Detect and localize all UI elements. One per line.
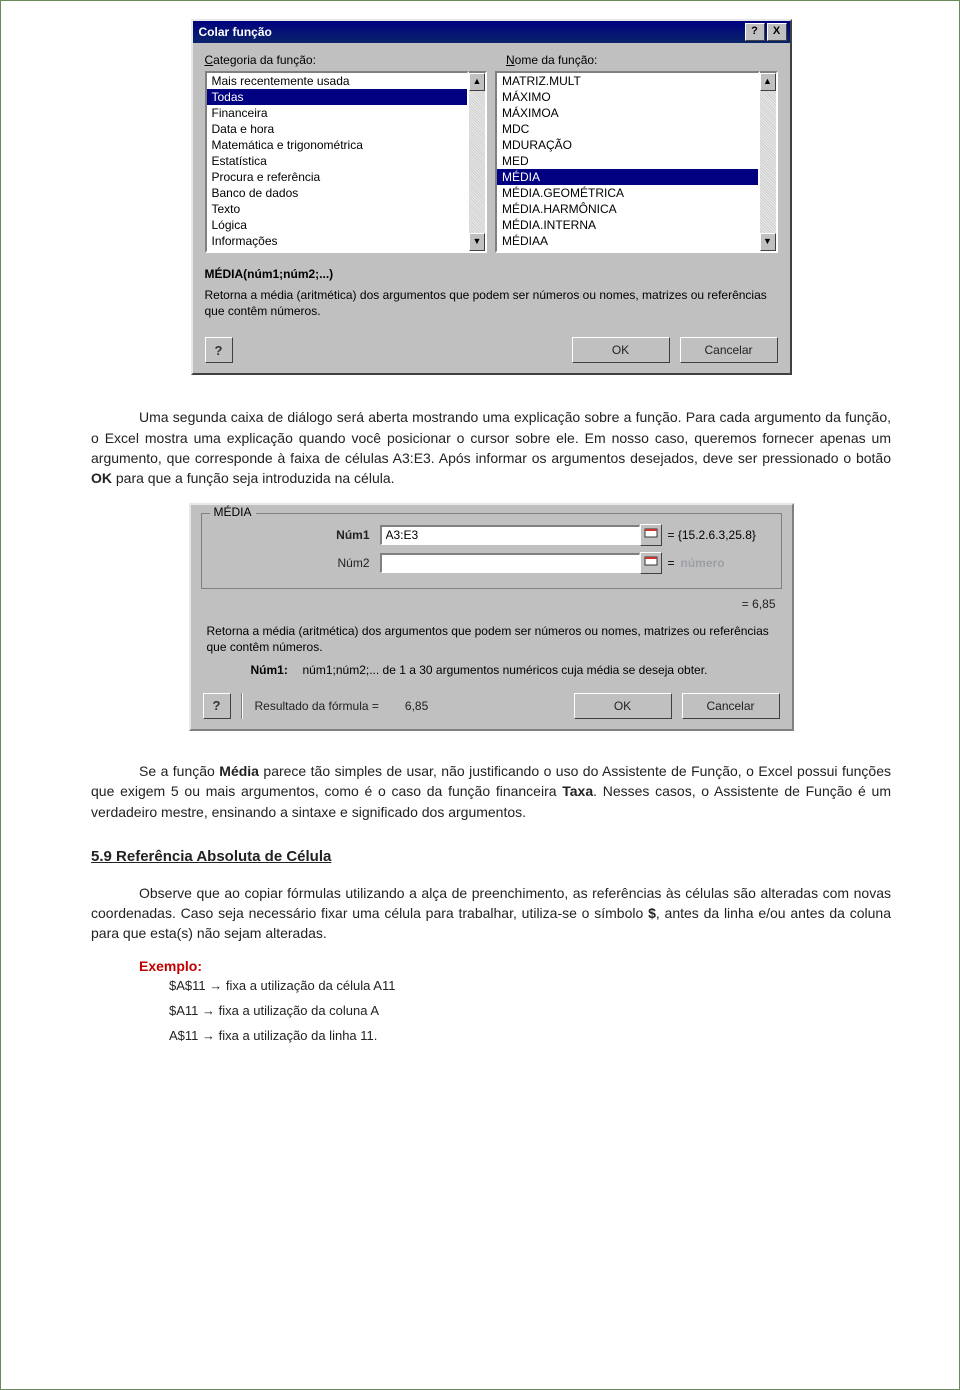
list-item[interactable]: Todas [207, 89, 468, 105]
arg1-input[interactable] [380, 525, 640, 545]
list-item[interactable]: MÉDIA.GEOMÉTRICA [497, 185, 758, 201]
section-heading: 5.9 Referência Absoluta de Célula [91, 848, 891, 865]
list-item[interactable]: Mais recentemente usada [207, 73, 468, 89]
body-text: Se a função Média parece tão simples de … [91, 761, 891, 822]
body-text: Uma segunda caixa de diálogo será aberta… [91, 407, 891, 488]
context-help-button[interactable]: ? [205, 337, 233, 363]
collapse-dialog-icon[interactable] [640, 552, 662, 574]
list-item[interactable]: Lógica [207, 217, 468, 233]
list-item[interactable]: MÉDIAA [497, 233, 758, 249]
function-arguments-dialog: MÉDIA Núm1 = {15.2.6.3,25.8} Núm2 [189, 503, 794, 731]
function-signature: MÉDIA(núm1;núm2;...) [205, 267, 778, 281]
list-item[interactable]: MÉDIA [497, 169, 758, 185]
list-item[interactable]: Procura e referência [207, 169, 468, 185]
argument-help: Núm1: núm1;núm2;... de 1 a 30 argumentos… [303, 662, 776, 679]
list-item[interactable]: Matemática e trigonométrica [207, 137, 468, 153]
scroll-track[interactable] [760, 91, 776, 233]
list-item[interactable]: MÁXIMO [497, 89, 758, 105]
list-item[interactable]: MÉDIA.HARMÔNICA [497, 201, 758, 217]
arg2-hint: número [681, 556, 725, 570]
intermediate-result: = 6,85 [193, 597, 776, 611]
help-icon[interactable]: ? [745, 23, 765, 41]
arg2-equals: = [668, 556, 675, 570]
category-label: Categoria da função: [205, 53, 477, 67]
question-icon: ? [215, 343, 223, 358]
paragraph: Se a função Média parece tão simples de … [91, 761, 891, 822]
scroll-down-icon[interactable]: ▼ [760, 233, 776, 251]
arguments-group: MÉDIA Núm1 = {15.2.6.3,25.8} Núm2 [201, 513, 782, 589]
ok-button[interactable]: OK [572, 337, 670, 363]
paste-function-dialog: Colar função ? X Categoria da função: No… [191, 19, 792, 375]
list-item[interactable]: MÉDIA.INTERNA [497, 217, 758, 233]
function-description: Retorna a média (aritmética) dos argumen… [205, 287, 778, 319]
list-item[interactable]: Financeira [207, 105, 468, 121]
example-label: Exemplo: [139, 958, 891, 974]
cancel-button[interactable]: Cancelar [680, 337, 778, 363]
dialog-titlebar: Colar função ? X [193, 21, 790, 43]
separator [241, 693, 243, 719]
close-icon[interactable]: X [767, 23, 787, 41]
collapse-dialog-icon[interactable] [640, 524, 662, 546]
example-line: $A11 → fixa a utilização da coluna A [169, 1003, 891, 1018]
list-item[interactable]: Data e hora [207, 121, 468, 137]
scroll-up-icon[interactable]: ▲ [760, 73, 776, 91]
scroll-up-icon[interactable]: ▲ [469, 73, 485, 91]
list-item[interactable]: MDC [497, 121, 758, 137]
category-listbox[interactable]: Mais recentemente usadaTodasFinanceiraDa… [205, 71, 470, 253]
scroll-down-icon[interactable]: ▼ [469, 233, 485, 251]
paragraph: Uma segunda caixa de diálogo será aberta… [91, 407, 891, 488]
list-item[interactable]: Banco de dados [207, 185, 468, 201]
arg2-label: Núm2 [300, 556, 370, 570]
example-line: A$11 → fixa a utilização da linha 11. [169, 1028, 891, 1043]
list-item[interactable]: Informações [207, 233, 468, 249]
arg1-preview: = {15.2.6.3,25.8} [668, 528, 756, 542]
ok-button[interactable]: OK [574, 693, 672, 719]
context-help-button[interactable]: ? [203, 693, 231, 719]
list-item[interactable]: MÁXIMOA [497, 105, 758, 121]
function-scrollbar[interactable]: ▲ ▼ [760, 71, 778, 253]
function-listbox[interactable]: MATRIZ.MULTMÁXIMOMÁXIMOAMDCMDURAÇÃOMEDMÉ… [495, 71, 760, 253]
function-description: Retorna a média (aritmética) dos argumen… [207, 623, 776, 657]
formula-result-label: Resultado da fórmula = [255, 699, 379, 713]
example-lines: $A$11 → fixa a utilização da célula A11 … [169, 978, 891, 1043]
dialog-title: Colar função [199, 25, 272, 39]
list-item[interactable]: Estatística [207, 153, 468, 169]
body-text: Observe que ao copiar fórmulas utilizand… [91, 883, 891, 944]
list-item[interactable]: Texto [207, 201, 468, 217]
paragraph: Observe que ao copiar fórmulas utilizand… [91, 883, 891, 944]
list-item[interactable]: MATRIZ.MULT [497, 73, 758, 89]
list-item[interactable]: MED [497, 153, 758, 169]
question-icon: ? [213, 698, 221, 713]
formula-result-value: 6,85 [405, 699, 428, 713]
example-line: $A$11 → fixa a utilização da célula A11 [169, 978, 891, 993]
arg2-input[interactable] [380, 553, 640, 573]
group-title: MÉDIA [210, 505, 256, 519]
category-scrollbar[interactable]: ▲ ▼ [469, 71, 487, 253]
scroll-track[interactable] [469, 91, 485, 233]
arg1-label: Núm1 [300, 528, 370, 542]
list-item[interactable]: MDURAÇÃO [497, 137, 758, 153]
function-name-label: Nome da função: [506, 53, 778, 67]
cancel-button[interactable]: Cancelar [682, 693, 780, 719]
